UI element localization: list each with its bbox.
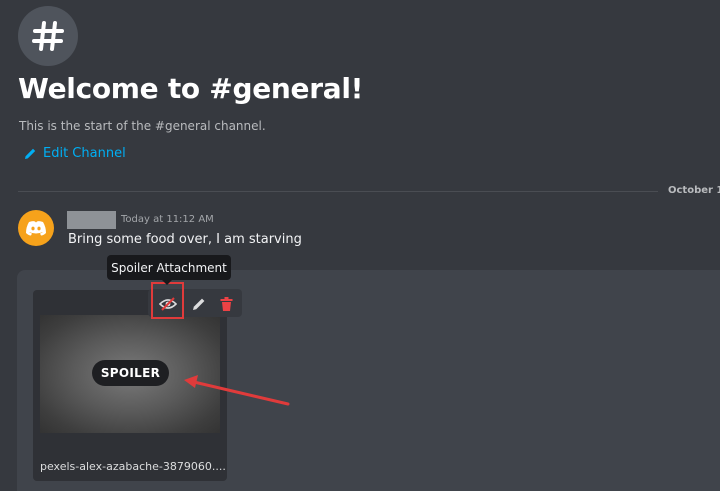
page-title: Welcome to #general! <box>18 72 364 105</box>
username-redacted[interactable] <box>67 211 116 229</box>
edit-attachment-button[interactable] <box>188 294 210 314</box>
discord-logo-icon <box>26 221 46 236</box>
channel-hash-badge <box>18 6 78 66</box>
spoiler-label[interactable]: SPOILER <box>92 360 169 386</box>
trash-icon <box>220 297 232 311</box>
avatar[interactable] <box>18 210 54 246</box>
annotation-arrow-icon <box>184 375 290 406</box>
edit-channel-link[interactable]: Edit Channel <box>24 146 126 161</box>
message-content: Bring some food over, I am starving <box>68 232 302 247</box>
delete-attachment-button[interactable] <box>215 294 237 314</box>
tooltip-arrow <box>162 280 172 285</box>
pencil-icon <box>193 298 205 310</box>
date-divider-label: October 19 <box>668 185 720 196</box>
message-timestamp: Today at 11:12 AM <box>121 214 214 225</box>
attachment-file-name: pexels-alex-azabache-3879060.... <box>40 460 226 473</box>
spoiler-attachment-tooltip: Spoiler Attachment <box>107 255 231 280</box>
spoiler-button-highlight <box>151 282 184 319</box>
hash-icon <box>32 21 64 51</box>
pencil-icon <box>25 148 36 159</box>
edit-channel-label: Edit Channel <box>43 146 126 161</box>
date-divider-line <box>18 191 658 192</box>
channel-description: This is the start of the #general channe… <box>19 119 266 133</box>
